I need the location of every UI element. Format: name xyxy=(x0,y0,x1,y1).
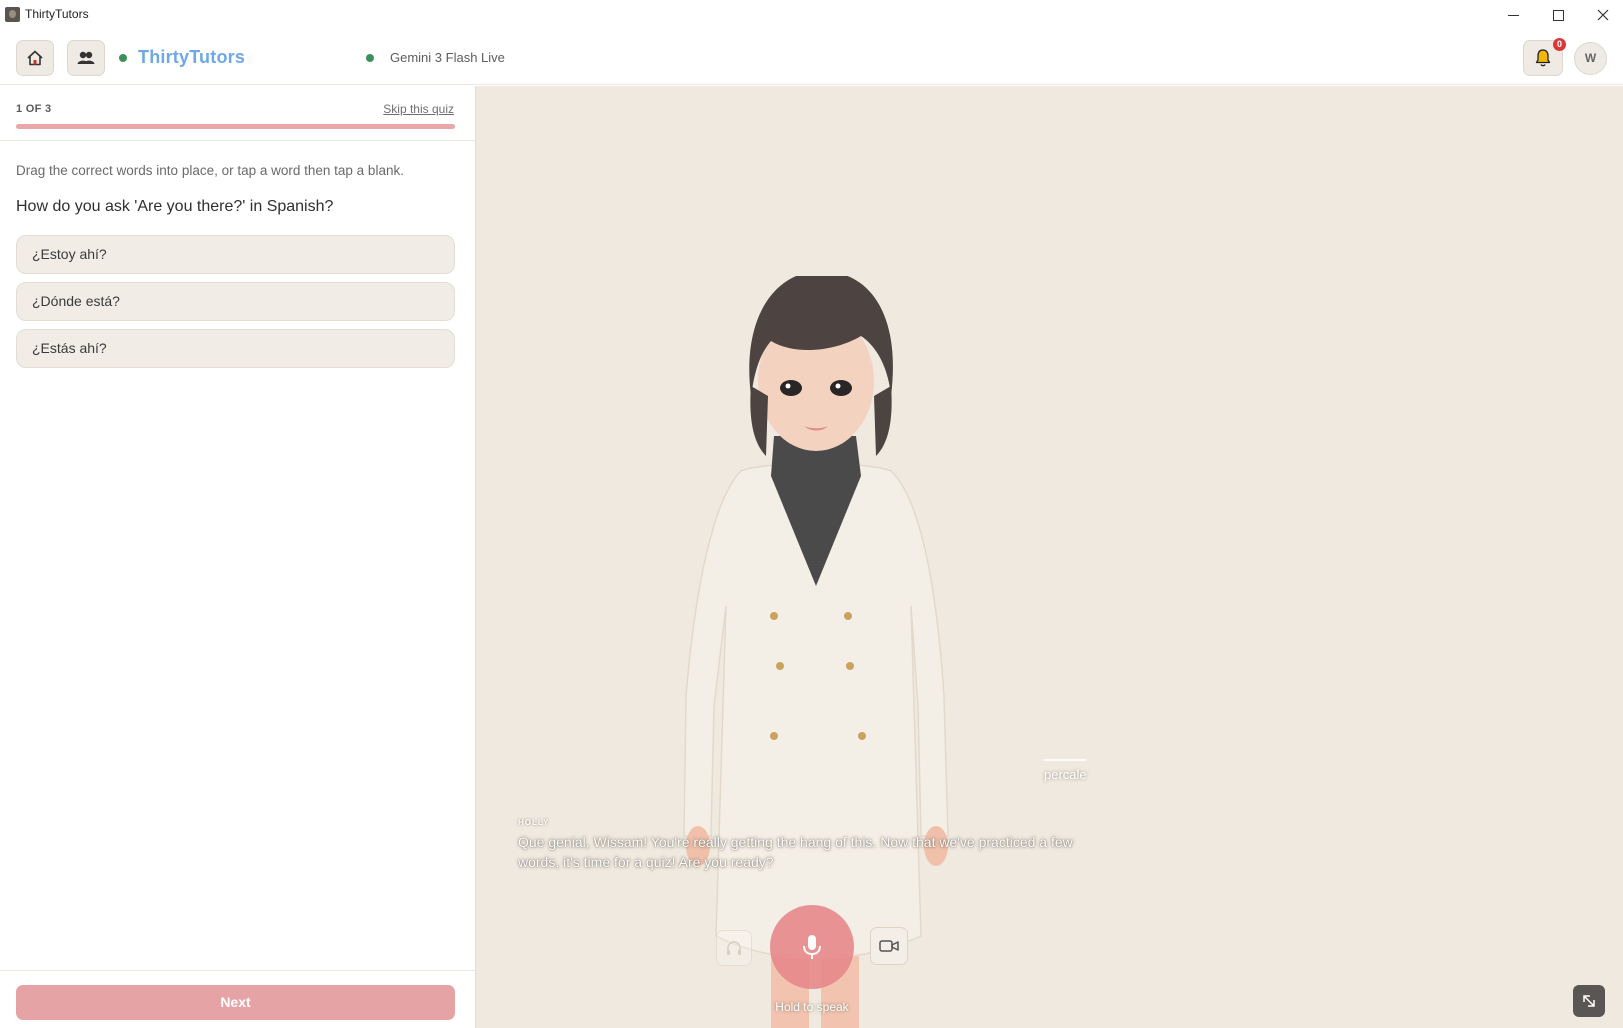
skip-quiz-link[interactable]: Skip this quiz xyxy=(383,102,454,116)
panel-divider xyxy=(0,140,475,141)
headphones-button[interactable] xyxy=(716,930,752,966)
group-button[interactable] xyxy=(67,40,105,76)
notifications-badge: 0 xyxy=(1553,38,1566,51)
word-underline xyxy=(1044,759,1086,761)
home-icon xyxy=(27,50,43,66)
tutor-stage: percale HOLLY Que genial, Wissam! You're… xyxy=(476,86,1623,1028)
app-header: ThirtyTutors Gemini 3 Flash Live 0 W xyxy=(0,30,1623,85)
maximize-icon xyxy=(1552,9,1564,21)
user-avatar[interactable]: W xyxy=(1574,42,1607,75)
answer-option[interactable]: ¿Estás ahí? xyxy=(16,329,455,368)
speaker-name: HOLLY xyxy=(518,818,550,827)
model-name: Gemini 3 Flash Live xyxy=(390,50,505,65)
tutor-subtitle: Que genial, Wissam! You're really gettin… xyxy=(518,834,1073,870)
quiz-progress-bar xyxy=(16,124,455,129)
answer-option[interactable]: ¿Dónde está? xyxy=(16,282,455,321)
window-titlebar: ThirtyTutors xyxy=(0,0,1623,30)
hold-to-speak-button[interactable] xyxy=(770,905,854,989)
bell-icon xyxy=(1535,49,1551,67)
headphones-icon xyxy=(727,941,741,955)
collapse-button[interactable] xyxy=(1573,985,1605,1017)
next-button[interactable]: Next xyxy=(16,985,455,1020)
minimize-button[interactable] xyxy=(1490,0,1536,30)
app-icon xyxy=(5,7,20,22)
quiz-progress-fill xyxy=(16,124,455,129)
close-button[interactable] xyxy=(1580,0,1623,30)
minimize-icon xyxy=(1507,14,1519,16)
quiz-panel: 1 OF 3 Skip this quiz Drag the correct w… xyxy=(0,86,476,1028)
window-title: ThirtyTutors xyxy=(25,7,89,21)
footer-divider xyxy=(0,970,475,971)
quiz-question: How do you ask 'Are you there?' in Spani… xyxy=(16,198,334,215)
brand-name: ThirtyTutors xyxy=(138,47,246,67)
close-icon xyxy=(1597,9,1609,21)
quiz-counter: 1 OF 3 xyxy=(16,103,52,115)
vocabulary-word-label: percale xyxy=(1044,767,1087,782)
model-status-dot xyxy=(366,54,374,62)
brand-status-dot xyxy=(119,54,127,62)
mic-icon xyxy=(803,935,821,959)
group-icon xyxy=(77,51,95,64)
hold-to-speak-label: Hold to speak xyxy=(775,1000,849,1014)
camera-icon xyxy=(879,940,899,952)
collapse-icon xyxy=(1583,995,1595,1007)
camera-button[interactable] xyxy=(870,927,908,965)
maximize-button[interactable] xyxy=(1535,0,1581,30)
quiz-instruction: Drag the correct words into place, or ta… xyxy=(16,163,404,178)
answer-option[interactable]: ¿Estoy ahí? xyxy=(16,235,455,274)
home-button[interactable] xyxy=(16,40,54,76)
